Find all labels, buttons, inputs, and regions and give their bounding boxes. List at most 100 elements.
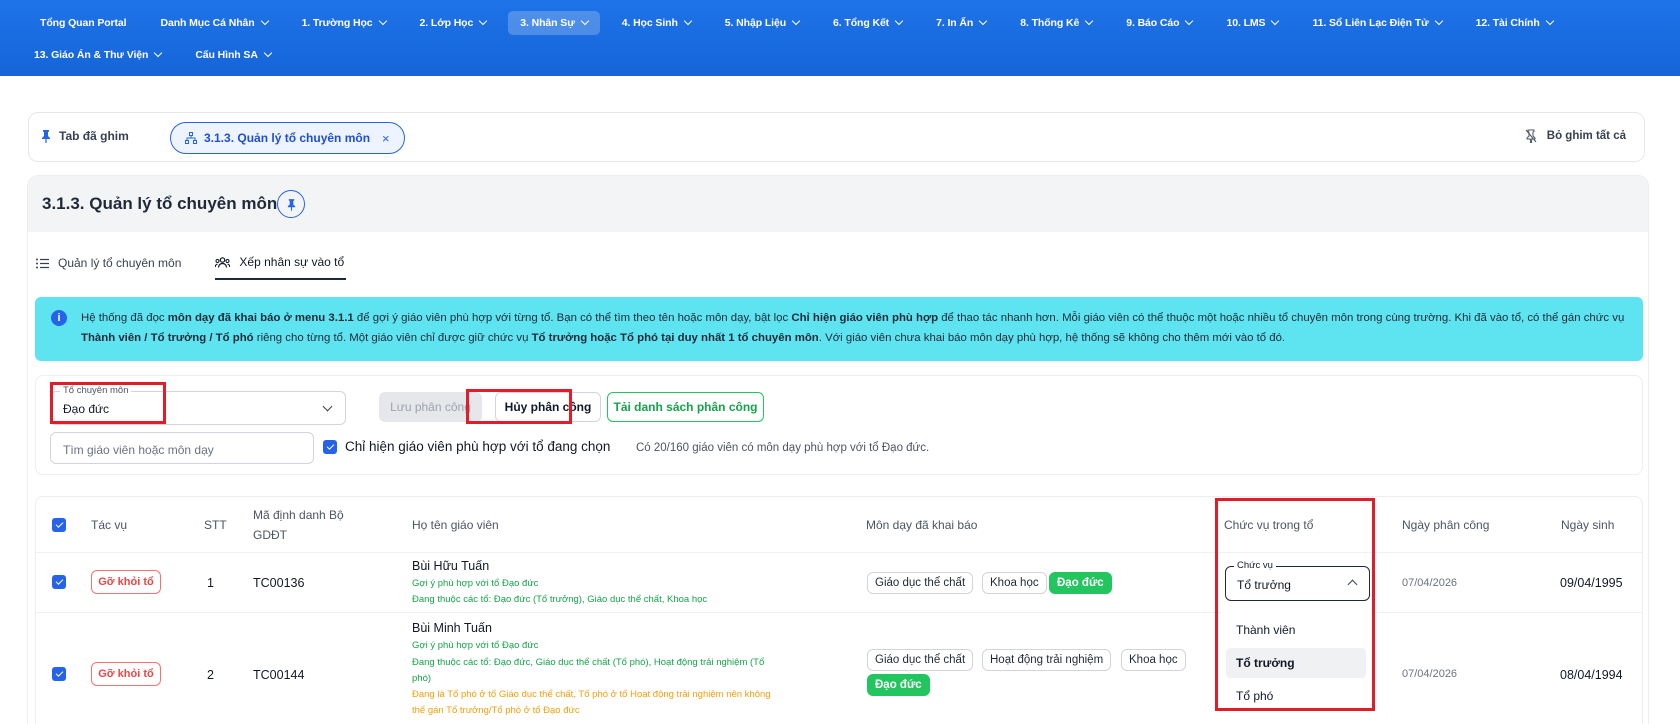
- nav-item-lesson-library[interactable]: 13. Giáo Án & Thư Viện: [28, 43, 173, 67]
- nav-item-school[interactable]: 1. Trường Học: [290, 11, 398, 35]
- chevron-down-icon: [683, 16, 693, 26]
- teacher-name: Bùi Hữu Tuấn: [412, 559, 490, 573]
- pinned-tabs-label: Tab đã ghim: [41, 129, 129, 143]
- download-list-button[interactable]: Tải danh sách phân công: [607, 392, 764, 422]
- header-code-line1: Mã định danh Bộ: [253, 508, 344, 522]
- pin-icon: [287, 198, 295, 211]
- role-warning: Đang là Tổ phó ở tổ Giáo dục thể chất, T…: [412, 689, 771, 700]
- nav-item-staff[interactable]: 3. Nhân Sự: [508, 11, 600, 35]
- chevron-down-icon: [894, 16, 904, 26]
- page-tabs: Quản lý tổ chuyên môn Xếp nhân sự vào tổ: [36, 246, 380, 282]
- header-name: Họ tên giáo viên: [412, 518, 499, 532]
- chevron-down-icon: [791, 16, 801, 26]
- filter-panel: Tổ chuyên môn Đạo đức Lưu phân công Hủy …: [35, 375, 1643, 475]
- unpin-all-button[interactable]: Bỏ ghim tất cả: [1525, 129, 1626, 143]
- current-groups: Đang thuộc các tổ: Đạo đức, Giáo dục thể…: [412, 657, 765, 668]
- card-header: 3.1.3. Quản lý tổ chuyên môn: [28, 176, 1648, 232]
- remove-from-group-button[interactable]: Gỡ khỏi tổ: [91, 662, 161, 686]
- nav-item-statistics[interactable]: 8. Thống Kê: [1008, 11, 1104, 35]
- header-action: Tác vụ: [91, 518, 128, 532]
- chevron-down-icon: [1084, 16, 1094, 26]
- subject-tag: Giáo dục thể chất: [867, 572, 974, 594]
- subject-tag: Khoa học: [1121, 649, 1186, 671]
- chevron-down-icon: [479, 16, 488, 26]
- header-dob: Ngày sinh: [1561, 518, 1615, 532]
- remove-from-group-button[interactable]: Gỡ khỏi tổ: [91, 570, 161, 594]
- nav-item-print[interactable]: 7. In Ấn: [924, 11, 998, 35]
- chevron-down-icon: [1271, 16, 1280, 26]
- nav-item-lms[interactable]: 10. LMS: [1214, 11, 1290, 35]
- close-icon[interactable]: ×: [382, 131, 390, 146]
- select-all-checkbox[interactable]: [52, 518, 66, 532]
- nav-item-summary[interactable]: 6. Tổng Kết: [821, 11, 914, 35]
- top-navigation: Tổng Quan Portal Danh Mục Cá Nhân 1. Trư…: [0, 0, 1680, 76]
- chevron-down-icon: [263, 48, 273, 58]
- date-of-birth: 08/04/1994: [1560, 668, 1623, 682]
- date-of-birth: 09/04/1995: [1560, 576, 1623, 590]
- nav-item-data-entry[interactable]: 5. Nhập Liệu: [713, 11, 811, 35]
- highlight-box: [466, 389, 572, 424]
- nav-item-portal[interactable]: Tổng Quan Portal: [28, 11, 138, 35]
- nav-item-class[interactable]: 2. Lớp Học: [408, 11, 499, 35]
- assign-date: 07/04/2026: [1402, 668, 1458, 680]
- nav-item-reports[interactable]: 9. Báo Cáo: [1114, 11, 1204, 35]
- pin-page-button[interactable]: [277, 190, 305, 218]
- list-icon: [36, 258, 49, 268]
- header-divider: [36, 552, 1642, 553]
- nav-item-personal[interactable]: Danh Mục Cá Nhân: [148, 11, 279, 35]
- assign-date: 07/04/2026: [1402, 577, 1458, 589]
- row-divider: [36, 612, 1642, 613]
- header-stt: STT: [204, 518, 227, 532]
- chevron-down-icon: [260, 16, 269, 26]
- subject-tag: Hoạt động trải nghiệm: [982, 649, 1112, 671]
- subject-tag-matching: Đạo đức: [867, 674, 930, 696]
- row-checkbox[interactable]: [52, 575, 66, 589]
- info-banner: i Hệ thống đã đọc môn dạy đã khai báo ở …: [35, 297, 1643, 361]
- highlight-box: [1215, 498, 1375, 711]
- header-code-line2: GDĐT: [253, 528, 287, 542]
- match-hint: Gợi ý phù hợp với tổ Đạo đức: [412, 578, 539, 589]
- nav-item-sa-config[interactable]: Cấu Hình SA: [183, 43, 283, 67]
- match-count-text: Có 20/160 giáo viên có môn dạy phù hợp v…: [636, 442, 930, 454]
- nav-row-1: Tổng Quan Portal Danh Mục Cá Nhân 1. Trư…: [28, 8, 1575, 38]
- role-warning-cont: thể gán Tổ trưởng/Tổ phó ở tổ Đạo đức: [412, 705, 580, 716]
- match-hint: Gợi ý phù hợp với tổ Đạo đức: [412, 640, 539, 651]
- page-title: 3.1.3. Quản lý tổ chuyên môn: [42, 194, 278, 213]
- chevron-down-icon: [378, 16, 387, 26]
- main-card: 3.1.3. Quản lý tổ chuyên môn Quản lý tổ …: [28, 176, 1648, 724]
- row-stt: 1: [207, 576, 214, 590]
- nav-item-students[interactable]: 4. Học Sinh: [610, 11, 703, 35]
- tab-manage-groups[interactable]: Quản lý tổ chuyên môn: [36, 246, 181, 280]
- nav-row-2: 13. Giáo Án & Thư Viện Cấu Hình SA: [28, 42, 293, 68]
- row-stt: 2: [207, 668, 214, 682]
- sitemap-icon: [185, 132, 197, 144]
- pinned-tab-chip[interactable]: 3.1.3. Quản lý tổ chuyên môn ×: [170, 122, 405, 154]
- teacher-search-input[interactable]: Tìm giáo viên hoặc môn dạy: [50, 432, 314, 464]
- nav-item-contact-book[interactable]: 11. Sổ Liên Lạc Điện Tử: [1300, 11, 1453, 35]
- subject-tag: Giáo dục thể chất: [867, 649, 974, 671]
- current-groups: Đang thuộc các tổ: Đạo đức (Tổ trưởng), …: [412, 594, 708, 605]
- chevron-down-icon: [1545, 16, 1554, 26]
- row-code: TC00136: [253, 576, 305, 590]
- nav-item-finance[interactable]: 12. Tài Chính: [1464, 11, 1565, 35]
- chevron-down-icon: [1185, 16, 1194, 26]
- teacher-table: Tác vụ STT Mã định danh Bộ GDĐT Họ tên g…: [35, 496, 1643, 724]
- search-placeholder: Tìm giáo viên hoặc môn dạy: [63, 443, 214, 457]
- header-assign-date: Ngày phân công: [1402, 518, 1490, 532]
- users-icon: [215, 256, 231, 268]
- tab-assign-staff[interactable]: Xếp nhân sự vào tổ: [215, 246, 347, 280]
- chevron-down-icon: [1434, 16, 1443, 26]
- chevron-down-icon: [580, 16, 589, 26]
- row-checkbox[interactable]: [52, 667, 66, 681]
- subject-tag: Khoa học: [982, 572, 1047, 594]
- only-matching-filter[interactable]: Chỉ hiện giáo viên phù hợp với tổ đang c…: [323, 439, 610, 454]
- checkbox-checked[interactable]: [323, 439, 337, 454]
- pinned-tabs-bar: Tab đã ghim 3.1.3. Quản lý tổ chuyên môn…: [28, 112, 1645, 162]
- current-groups-cont: phó): [412, 673, 432, 684]
- info-icon: i: [51, 310, 67, 326]
- highlight-box: [50, 382, 166, 424]
- chevron-down-icon: [978, 16, 988, 26]
- subject-tag-matching: Đạo đức: [1049, 572, 1112, 594]
- chevron-down-icon: [154, 48, 163, 58]
- info-text: Hệ thống đã đọc môn dạy đã khai báo ở me…: [81, 312, 1625, 344]
